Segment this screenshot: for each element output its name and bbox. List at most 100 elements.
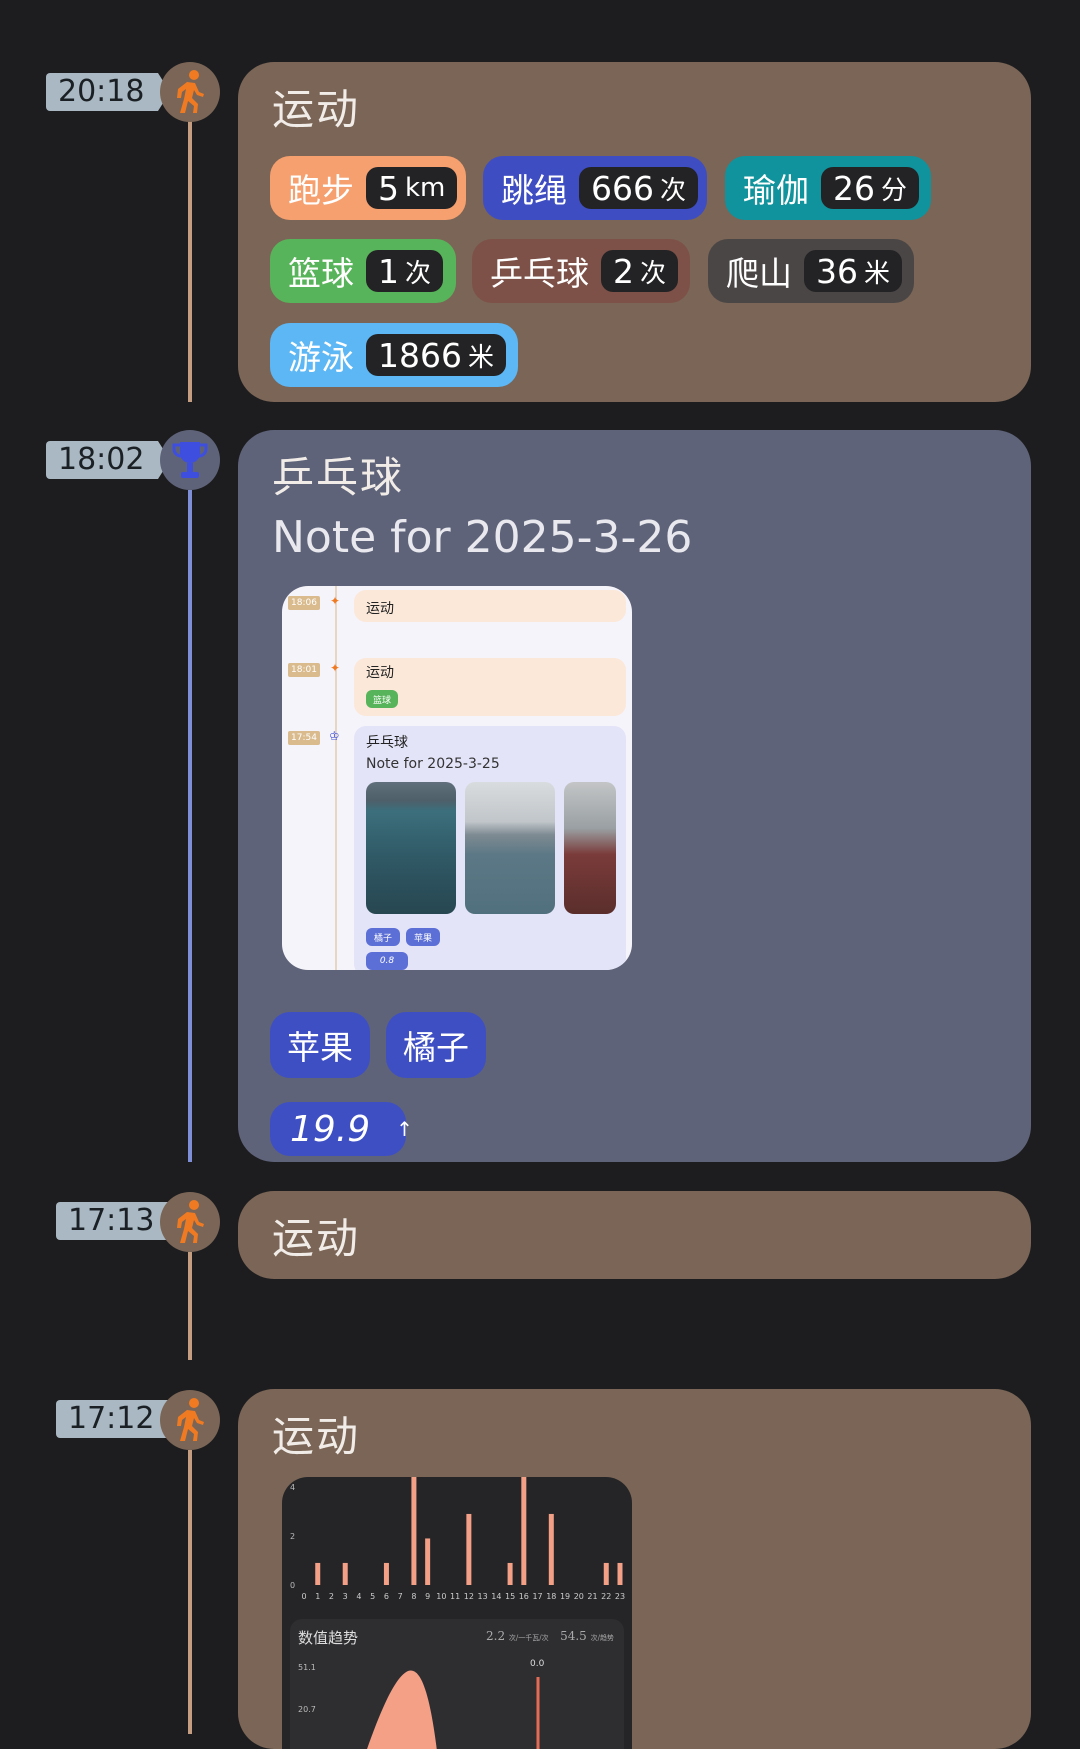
x-tick-label: 3 bbox=[343, 1592, 348, 1601]
event-type-dot bbox=[160, 430, 220, 490]
x-tick-label: 9 bbox=[425, 1592, 430, 1601]
bar-hour-23 bbox=[617, 1562, 623, 1585]
x-tick-label: 13 bbox=[478, 1592, 488, 1601]
bar-hour-3 bbox=[342, 1562, 348, 1585]
mini-value: 0.8 bbox=[366, 952, 408, 970]
chip-label: 跳绳 bbox=[501, 171, 567, 210]
timeline-line bbox=[188, 1252, 192, 1360]
event-type-dot bbox=[160, 62, 220, 122]
x-tick-label: 14 bbox=[491, 1592, 501, 1601]
event-type-dot bbox=[160, 1390, 220, 1450]
sport-card[interactable]: 运动 0 2 4 0 1 2 3 4 5 6 7 8 9 10 11 12 13 14 15 16 17 18 19 20 21… bbox=[238, 1389, 1031, 1749]
bar-hour-8 bbox=[411, 1477, 417, 1585]
x-tick-label: 7 bbox=[398, 1592, 403, 1601]
y-tick-label: 4 bbox=[290, 1483, 295, 1492]
sport-card[interactable]: 运动 跑步 5 km 跳绳 666 次 瑜伽 26 分 篮球 1次 乒乓球 2次 爬山… bbox=[238, 62, 1031, 402]
x-tick-label: 0 bbox=[301, 1592, 306, 1601]
event-type-dot bbox=[160, 1192, 220, 1252]
activity-chip[interactable]: 瑜伽 26 分 bbox=[725, 156, 931, 220]
chip-value: 5 km bbox=[366, 167, 458, 209]
mini-tag: 苹果 bbox=[406, 928, 440, 946]
mini-title: 运动 bbox=[366, 665, 394, 681]
activity-chip[interactable]: 跑步 5 km bbox=[270, 156, 466, 220]
tag-chip[interactable]: 苹果 bbox=[270, 1012, 370, 1078]
trend-area-chart bbox=[367, 1670, 540, 1749]
time-badge: 17:13 bbox=[56, 1202, 181, 1240]
card-title: 运动 bbox=[272, 1412, 361, 1461]
tag-chip[interactable]: 橘子 bbox=[386, 1012, 486, 1078]
x-tick-label: 15 bbox=[505, 1592, 515, 1601]
x-tick-label: 8 bbox=[411, 1592, 416, 1601]
card-title: 乒乓球 bbox=[272, 453, 405, 502]
chip-value: 26 分 bbox=[821, 167, 920, 209]
timeline-line bbox=[188, 120, 192, 402]
mini-card: 运动 bbox=[354, 590, 626, 622]
mini-title: 乒乓球 bbox=[366, 735, 408, 751]
mini-card: 运动 篮球 bbox=[354, 658, 626, 716]
chip-label: 跑步 bbox=[288, 171, 354, 210]
activity-chip[interactable]: 跳绳 666 次 bbox=[483, 156, 707, 220]
x-tick-label: 10 bbox=[436, 1592, 446, 1601]
x-tick-label: 22 bbox=[601, 1592, 611, 1601]
x-tick-label: 1 bbox=[315, 1592, 320, 1601]
mini-timeline-line bbox=[335, 586, 337, 970]
timeline-line bbox=[188, 490, 192, 1162]
card-title: 运动 bbox=[272, 1214, 361, 1263]
mini-title: 运动 bbox=[366, 601, 394, 617]
x-tick-label: 6 bbox=[384, 1592, 389, 1601]
chip-label: 瑜伽 bbox=[743, 171, 809, 210]
x-tick-label: 19 bbox=[560, 1592, 570, 1601]
mini-time: 18:06 bbox=[288, 596, 320, 610]
note-card[interactable]: 乒乓球 Note for 2025-3-26 18:06 ✦ 运动 18:01 … bbox=[238, 430, 1031, 1162]
activity-chip[interactable]: 爬山 36 米 bbox=[708, 239, 914, 303]
y-tick-label: 2 bbox=[290, 1532, 295, 1541]
bar-hour-9 bbox=[425, 1538, 431, 1585]
running-person-icon bbox=[177, 1398, 204, 1441]
x-tick-label: 17 bbox=[532, 1592, 542, 1601]
chip-value: 666 次 bbox=[579, 167, 699, 209]
activity-chip[interactable]: 游泳 1866 米 bbox=[270, 323, 518, 387]
timeline-line bbox=[188, 1450, 192, 1734]
x-tick-label: 21 bbox=[587, 1592, 597, 1601]
x-tick-label: 23 bbox=[615, 1592, 625, 1601]
mini-trophy-icon: ♔ bbox=[329, 729, 340, 743]
attached-screenshot[interactable]: 18:06 ✦ 运动 18:01 ✦ 运动 篮球 17:54 ♔ 乒乓球 Not… bbox=[282, 586, 632, 970]
time-badge: 17:12 bbox=[56, 1400, 181, 1438]
bar-hour-1 bbox=[315, 1562, 321, 1585]
x-tick-label: 2 bbox=[329, 1592, 334, 1601]
bar-hour-18 bbox=[548, 1513, 554, 1585]
mini-note: Note for 2025-3-25 bbox=[366, 756, 500, 772]
mini-tag: 篮球 bbox=[366, 690, 398, 708]
mini-run-icon: ✦ bbox=[330, 661, 341, 675]
x-tick-label: 16 bbox=[519, 1592, 529, 1601]
running-person-icon bbox=[177, 70, 204, 113]
sport-card[interactable]: 运动 bbox=[238, 1191, 1031, 1279]
time-badge: 18:02 bbox=[46, 441, 171, 479]
chip-label: 爬山 bbox=[726, 254, 792, 293]
mini-time: 17:54 bbox=[288, 731, 320, 745]
bar-hour-12 bbox=[466, 1513, 472, 1585]
x-tick-label: 20 bbox=[574, 1592, 584, 1601]
mini-tag: 橘子 bbox=[366, 928, 400, 946]
activity-chip[interactable]: 乒乓球 2次 bbox=[472, 239, 690, 303]
chart-screenshot[interactable]: 0 2 4 0 1 2 3 4 5 6 7 8 9 10 11 12 13 14 15 16 17 18 19 20 21 22 2… bbox=[282, 1477, 632, 1749]
note-text: Note for 2025-3-26 bbox=[272, 512, 693, 563]
mini-photo bbox=[564, 782, 616, 914]
value-number: 19.9 bbox=[290, 1108, 371, 1150]
value-chip[interactable]: 19.9 ↑ bbox=[270, 1102, 413, 1156]
arrow-up-icon: ↑ bbox=[396, 1117, 413, 1141]
x-tick-label: 18 bbox=[546, 1592, 556, 1601]
mini-photo bbox=[465, 782, 555, 914]
mini-photo bbox=[366, 782, 456, 914]
y-tick-label: 0 bbox=[290, 1581, 295, 1590]
chip-label: 篮球 bbox=[288, 254, 354, 293]
card-title: 运动 bbox=[272, 85, 361, 134]
hourly-bar-chart: 0240 1 2 3 4 5 6 7 8 9 10 11 12 13 14 15 16 17 18 19 20 21 22 2… bbox=[290, 1477, 625, 1601]
activity-chip[interactable]: 篮球 1次 bbox=[270, 239, 456, 303]
trend-panel: 数值趋势 2.2 次/一千瓦/次 54.5 次/趋势 51.1 20.7 0.0 bbox=[290, 1619, 624, 1749]
chip-label: 乒乓球 bbox=[490, 254, 589, 293]
bar-hour-6 bbox=[383, 1562, 389, 1585]
trophy-icon bbox=[172, 442, 208, 478]
x-tick-label: 4 bbox=[356, 1592, 361, 1601]
x-tick-label: 11 bbox=[450, 1592, 460, 1601]
